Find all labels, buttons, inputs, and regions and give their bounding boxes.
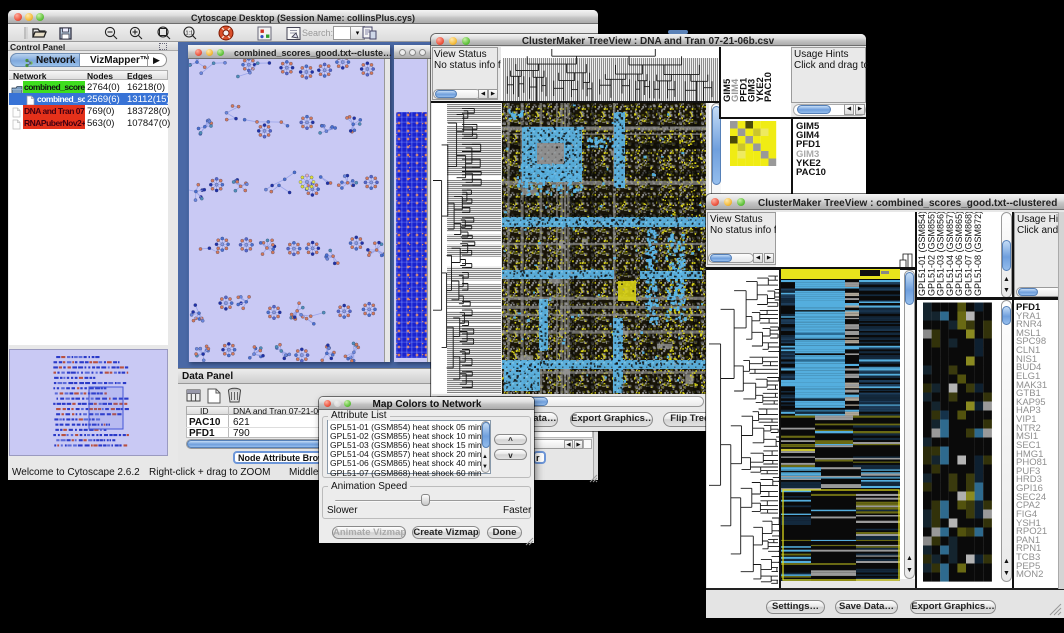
- svg-text:GPL51-08 (GSM872): GPL51-08 (GSM872): [973, 212, 983, 296]
- svg-text:PAC10: PAC10: [763, 72, 774, 102]
- svg-text:1:1: 1:1: [186, 31, 194, 37]
